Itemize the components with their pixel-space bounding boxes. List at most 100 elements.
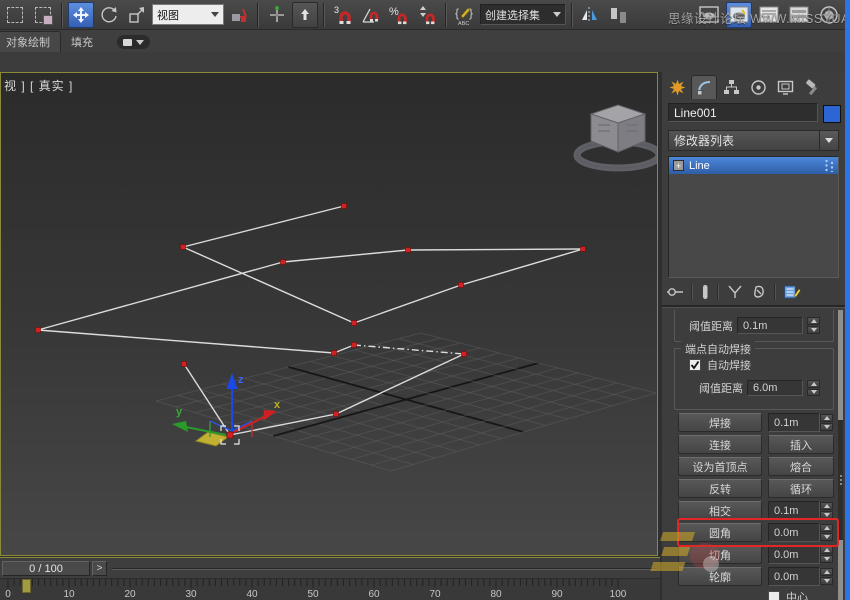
spinner-up-button[interactable] bbox=[820, 546, 833, 554]
connect-button[interactable]: 连接 bbox=[678, 435, 762, 454]
tab-motion[interactable] bbox=[745, 75, 771, 99]
use-center-flyout-button[interactable] bbox=[226, 2, 252, 28]
ruler-tick-label: 60 bbox=[368, 589, 379, 600]
snap-toggle-3d-button[interactable]: 3 bbox=[330, 2, 356, 28]
render-setup-button[interactable] bbox=[696, 2, 722, 28]
ruler-tick-label: 100 bbox=[610, 589, 627, 600]
tab-object-paint[interactable]: 对象绘制 bbox=[0, 31, 61, 52]
viewcube[interactable] bbox=[577, 105, 657, 168]
center-checkbox[interactable] bbox=[768, 591, 780, 600]
weld-value-field[interactable]: 0.1m bbox=[768, 413, 820, 432]
modifier-stack[interactable]: + Line bbox=[668, 156, 839, 278]
reverse-button[interactable]: 反转 bbox=[678, 479, 762, 498]
make-unique-icon[interactable] bbox=[726, 284, 744, 300]
rendered-frame-window-button[interactable] bbox=[726, 2, 752, 28]
weld-button[interactable]: 焊接 bbox=[678, 413, 762, 432]
tab-display[interactable] bbox=[772, 75, 798, 99]
cross-insert-spinner[interactable] bbox=[820, 502, 833, 519]
spinner-down-button[interactable] bbox=[807, 326, 820, 334]
fillet-button[interactable]: 圆角 bbox=[678, 523, 762, 542]
viewport-label[interactable]: 视 ] [ 真实 ] bbox=[4, 77, 73, 94]
line001-spline[interactable] bbox=[36, 204, 586, 438]
percent-snap-toggle-button[interactable]: % bbox=[386, 2, 412, 28]
spinner-up-button[interactable] bbox=[807, 317, 820, 325]
mirror-button[interactable] bbox=[578, 2, 604, 28]
spinner-snap-toggle-button[interactable] bbox=[414, 2, 440, 28]
create-icon bbox=[669, 79, 686, 96]
spinner-down-button[interactable] bbox=[820, 511, 833, 519]
spinner-up-button[interactable] bbox=[820, 568, 833, 576]
toolbar-separator bbox=[571, 3, 573, 27]
time-slider-track[interactable] bbox=[112, 568, 656, 570]
configure-modifier-sets-icon[interactable] bbox=[783, 284, 801, 300]
tab-utilities[interactable] bbox=[799, 75, 825, 99]
chamfer-button[interactable]: 切角 bbox=[678, 545, 762, 564]
reference-coordinate-dropdown[interactable]: 视图 bbox=[152, 4, 224, 25]
threshold-top-spinner[interactable] bbox=[807, 317, 820, 334]
keyboard-shortcut-toggle-button[interactable] bbox=[292, 2, 318, 28]
angle-snap-toggle-button[interactable] bbox=[358, 2, 384, 28]
window-crossing-icon[interactable] bbox=[30, 2, 56, 28]
render-frame-button[interactable] bbox=[756, 2, 782, 28]
perspective-viewport[interactable]: y x z 视 ] [ 真实 ] bbox=[0, 72, 658, 556]
spinner-down-button[interactable] bbox=[820, 577, 833, 585]
panel-scrollbar-thumb[interactable] bbox=[838, 420, 843, 540]
object-color-swatch[interactable] bbox=[823, 105, 841, 123]
spinner-up-button[interactable] bbox=[820, 414, 833, 422]
y-axis-label: y bbox=[176, 406, 183, 418]
render-production-list-button[interactable] bbox=[786, 2, 812, 28]
chamfer-field[interactable]: 0.0m bbox=[768, 545, 820, 564]
tab-create[interactable] bbox=[664, 75, 690, 99]
select-move-button[interactable] bbox=[68, 2, 94, 28]
insert-button[interactable]: 插入 bbox=[768, 435, 834, 454]
spinner-up-button[interactable] bbox=[807, 380, 820, 388]
stack-item-line[interactable]: + Line bbox=[669, 157, 838, 174]
stack-toolbar-separator bbox=[774, 284, 776, 300]
chamfer-spinner[interactable] bbox=[820, 546, 833, 563]
expand-icon[interactable]: + bbox=[673, 160, 684, 171]
tab-hierarchy[interactable] bbox=[718, 75, 744, 99]
modifier-list-dropdown[interactable]: 修改器列表 bbox=[668, 130, 839, 151]
time-slider-handle[interactable] bbox=[22, 579, 31, 593]
cross-insert-field[interactable]: 0.1m bbox=[768, 501, 820, 520]
pin-stack-icon[interactable] bbox=[666, 284, 684, 300]
threshold-spinner[interactable] bbox=[807, 380, 820, 396]
tab-populate[interactable]: 填充 bbox=[61, 32, 103, 52]
tab-modify[interactable] bbox=[691, 75, 717, 99]
show-end-result-icon[interactable] bbox=[700, 284, 710, 300]
named-selection-set-dropdown[interactable]: 创建选择集 bbox=[480, 4, 566, 25]
make-first-button[interactable]: 设为首顶点 bbox=[678, 457, 762, 476]
fuse-button[interactable]: 熔合 bbox=[768, 457, 834, 476]
align-button[interactable] bbox=[606, 2, 632, 28]
threshold-field[interactable]: 6.0m bbox=[747, 380, 803, 396]
current-frame-display[interactable]: 0 / 100 bbox=[2, 561, 90, 576]
spinner-up-button[interactable] bbox=[820, 502, 833, 510]
spinner-down-button[interactable] bbox=[820, 533, 833, 541]
remove-modifier-icon[interactable] bbox=[751, 284, 767, 300]
outline-button[interactable]: 轮廓 bbox=[678, 567, 762, 586]
object-name-field[interactable]: Line001 bbox=[668, 103, 818, 122]
auto-weld-checkbox[interactable] bbox=[689, 359, 701, 371]
track-bar-ruler[interactable]: 0102030405060708090100 bbox=[0, 578, 660, 600]
spinner-down-button[interactable] bbox=[820, 555, 833, 563]
selection-region-icon[interactable] bbox=[2, 2, 28, 28]
outline-spinner[interactable] bbox=[820, 568, 833, 585]
outline-field[interactable]: 0.0m bbox=[768, 567, 820, 586]
cross-insert-button[interactable]: 相交 bbox=[678, 501, 762, 520]
threshold-top-field[interactable]: 0.1m bbox=[737, 317, 803, 334]
panel-scrollbar[interactable] bbox=[838, 310, 843, 600]
select-scale-button[interactable] bbox=[124, 2, 150, 28]
cycle-button[interactable]: 循环 bbox=[768, 479, 834, 498]
spinner-up-button[interactable] bbox=[820, 524, 833, 532]
select-rotate-button[interactable] bbox=[96, 2, 122, 28]
fillet-spinner[interactable] bbox=[820, 524, 833, 541]
ribbon-minimize-button[interactable] bbox=[117, 35, 150, 49]
spinner-down-button[interactable] bbox=[807, 389, 820, 397]
fillet-field[interactable]: 0.0m bbox=[768, 523, 820, 542]
weld-spinner[interactable] bbox=[820, 414, 833, 431]
next-frame-button[interactable]: > bbox=[92, 561, 107, 576]
render-button[interactable] bbox=[816, 2, 842, 28]
select-manipulate-button[interactable] bbox=[264, 2, 290, 28]
spinner-down-button[interactable] bbox=[820, 423, 833, 431]
edit-named-selection-button[interactable]: { } ABC bbox=[452, 2, 478, 28]
